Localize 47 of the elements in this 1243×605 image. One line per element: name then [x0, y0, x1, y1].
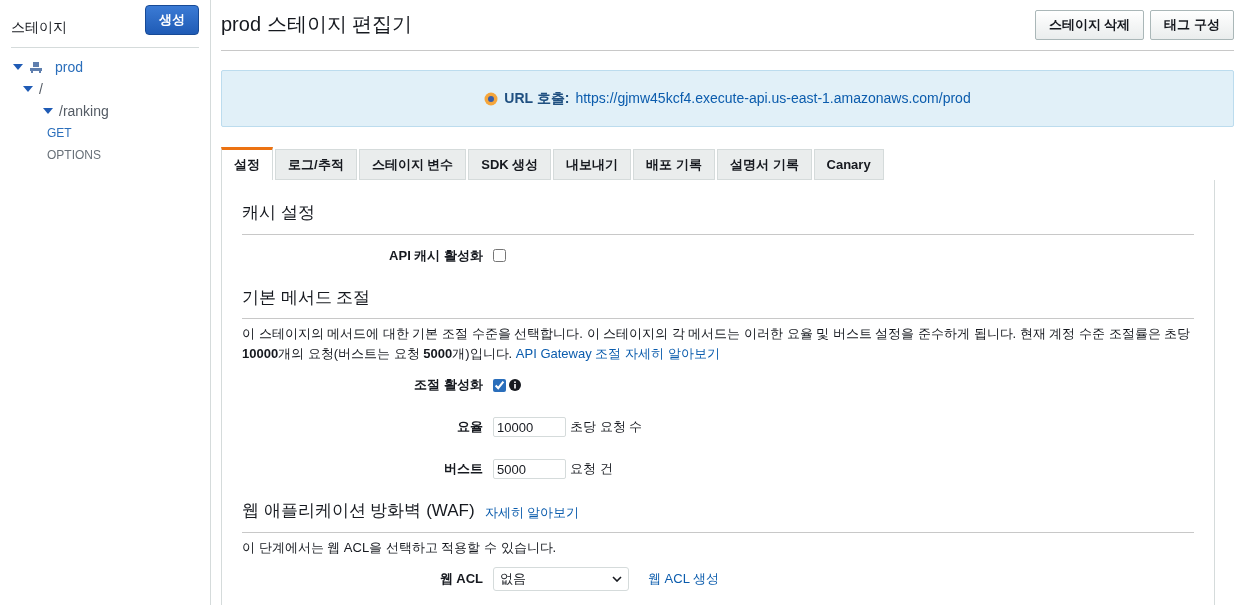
- field-label: 조절 활성화: [413, 376, 484, 395]
- caret-icon[interactable]: [23, 86, 33, 92]
- tab[interactable]: 스테이지 변수: [358, 149, 467, 180]
- unit-label: 요청 건: [570, 460, 613, 479]
- invoke-url-label: URL 호출:: [504, 89, 570, 108]
- sidebar-title: 스테이지: [11, 18, 67, 37]
- chevron-down-icon: [612, 575, 622, 582]
- caret-icon[interactable]: [43, 108, 53, 114]
- field-label: 요율: [456, 418, 484, 437]
- create-button[interactable]: 생성: [145, 4, 199, 35]
- header-button[interactable]: 태그 구성: [1150, 10, 1234, 40]
- number-field[interactable]: 10000: [493, 417, 566, 437]
- tab[interactable]: 로그/추적: [275, 149, 357, 180]
- tab[interactable]: SDK 생성: [468, 149, 552, 180]
- checkbox[interactable]: [493, 378, 506, 392]
- section-title: 기본 메서드 조절: [242, 286, 371, 309]
- method-item[interactable]: GET: [47, 124, 72, 142]
- page-title: prod 스테이지 편집기: [221, 12, 413, 37]
- select-field[interactable]: 없음: [493, 566, 629, 591]
- tab[interactable]: 설명서 기록: [716, 149, 812, 180]
- number-field[interactable]: 5000: [493, 459, 566, 479]
- tab[interactable]: Canary: [813, 149, 884, 180]
- unit-label: 초당 요청 수: [570, 418, 643, 437]
- field-label: 버스트: [443, 460, 484, 479]
- create-link[interactable]: 웹 ACL 생성: [648, 568, 720, 589]
- section-description: 이 스테이지의 메서드에 대한 기본 조절 수준을 선택합니다. 이 스테이지의 각 메서드는 이러한 요율 및 버스트 설정을 준수하게 됩니다. 현재 계정 수준 조절률은 초당 10000개의 요청(버스트는 요청 5000개)입니다. API Gateway 조절 자세히 알아보기: [242, 325, 1192, 363]
- invoke-url-link[interactable]: https://gjmw45kcf4.execute-api.us-east-1.amazonaws.com/prod: [575, 88, 971, 109]
- stage-item[interactable]: prod: [55, 56, 84, 78]
- tab[interactable]: 배포 기록: [633, 149, 715, 180]
- method-item[interactable]: OPTIONS: [47, 146, 101, 164]
- stage-icon: [29, 61, 43, 73]
- section-title: 웹 애플리케이션 방화벽 (WAF): [242, 500, 475, 522]
- status-dot-icon: [484, 91, 499, 106]
- resource-item[interactable]: /ranking: [59, 100, 109, 122]
- header-button[interactable]: 스테이지 삭제: [1034, 10, 1145, 40]
- info-icon[interactable]: [509, 379, 521, 391]
- checkbox[interactable]: [493, 249, 506, 262]
- section-description: 이 단계에서는 웹 ACL을 선택하고 적용할 수 있습니다.: [242, 538, 558, 557]
- field-label: 웹 ACL: [438, 569, 484, 588]
- tab[interactable]: 설정: [221, 147, 273, 180]
- field-label: API 캐시 활성화: [388, 246, 484, 265]
- caret-icon[interactable]: [13, 64, 23, 70]
- learn-more-link[interactable]: API Gateway 조절 자세히 알아보기: [515, 346, 720, 361]
- resource-item[interactable]: /: [39, 78, 43, 100]
- section-title: 캐시 설정: [242, 202, 315, 224]
- learn-more-link[interactable]: 자세히 알아보기: [484, 503, 580, 523]
- tab[interactable]: 내보내기: [553, 149, 632, 180]
